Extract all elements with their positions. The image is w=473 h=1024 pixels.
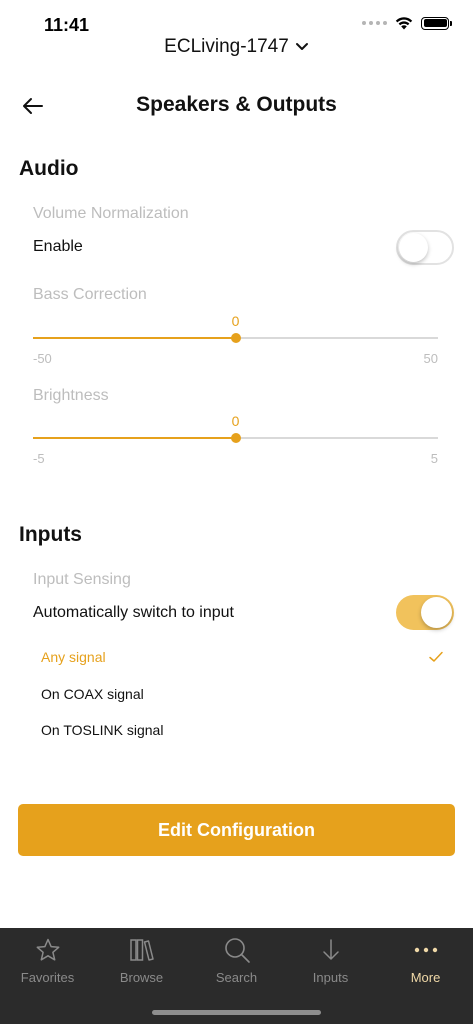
tab-inputs[interactable]: Inputs	[283, 928, 378, 998]
slider-track-fill	[33, 437, 236, 439]
star-icon	[34, 936, 62, 964]
status-icons	[362, 16, 452, 30]
option-label: Any signal	[41, 649, 106, 665]
slider-min-label: -5	[33, 451, 45, 466]
volume-normalization-toggle[interactable]	[396, 230, 454, 265]
tab-favorites[interactable]: Favorites	[0, 928, 95, 998]
tab-label: Inputs	[312, 970, 349, 985]
auto-switch-toggle[interactable]	[396, 595, 454, 630]
slider-max-label: 5	[430, 451, 438, 466]
battery-icon	[421, 16, 452, 30]
option-coax-signal[interactable]: On COAX signal	[0, 677, 473, 713]
device-selector[interactable]: ECLiving-1747	[0, 36, 473, 58]
slider-thumb[interactable]	[230, 333, 241, 343]
toggle-knob	[399, 233, 428, 262]
slider-value: 0	[231, 413, 240, 429]
device-name: ECLiving-1747	[164, 36, 289, 57]
option-label: On TOSLINK signal	[41, 722, 164, 738]
status-time: 11:41	[44, 15, 90, 35]
brightness-slider[interactable]: 0 -5 5	[33, 413, 438, 473]
more-dots-icon	[412, 936, 440, 964]
search-icon	[223, 936, 251, 964]
slider-max-label: 50	[423, 351, 438, 366]
option-any-signal[interactable]: Any signal	[0, 640, 473, 676]
cellular-signal-icon	[362, 21, 387, 25]
brightness-label: Brightness	[33, 387, 109, 404]
enable-label: Enable	[33, 238, 83, 255]
library-icon	[128, 936, 156, 964]
page-title: Speakers & Outputs	[136, 93, 337, 116]
inputs-section-title: Inputs	[19, 523, 82, 546]
tab-more[interactable]: More	[378, 928, 473, 998]
audio-section-title: Audio	[19, 157, 79, 180]
tab-label: More	[410, 970, 441, 985]
chevron-down-icon	[295, 43, 308, 50]
tab-label: Search	[215, 970, 258, 985]
bass-correction-slider[interactable]: 0 -50 50	[33, 313, 438, 373]
volume-normalization-label: Volume Normalization	[33, 205, 189, 222]
bass-correction-label: Bass Correction	[33, 286, 147, 303]
option-toslink-signal[interactable]: On TOSLINK signal	[0, 713, 473, 749]
wifi-icon	[395, 17, 413, 30]
auto-switch-label: Automatically switch to input	[33, 604, 234, 621]
input-sensing-label: Input Sensing	[33, 571, 131, 588]
tab-search[interactable]: Search	[189, 928, 284, 998]
slider-value: 0	[231, 313, 240, 329]
slider-thumb[interactable]	[230, 433, 241, 443]
toggle-knob	[421, 597, 452, 628]
checkmark-icon	[429, 651, 443, 662]
nav-header: Speakers & Outputs	[0, 88, 473, 124]
home-indicator	[152, 1010, 321, 1015]
slider-track-fill	[33, 337, 236, 339]
edit-configuration-button[interactable]: Edit Configuration	[18, 804, 455, 856]
tab-label: Browse	[119, 970, 164, 985]
arrow-down-icon	[317, 936, 345, 964]
tab-label: Favorites	[20, 970, 75, 985]
tab-browse[interactable]: Browse	[94, 928, 189, 998]
option-label: On COAX signal	[41, 686, 144, 702]
slider-min-label: -50	[33, 351, 52, 366]
